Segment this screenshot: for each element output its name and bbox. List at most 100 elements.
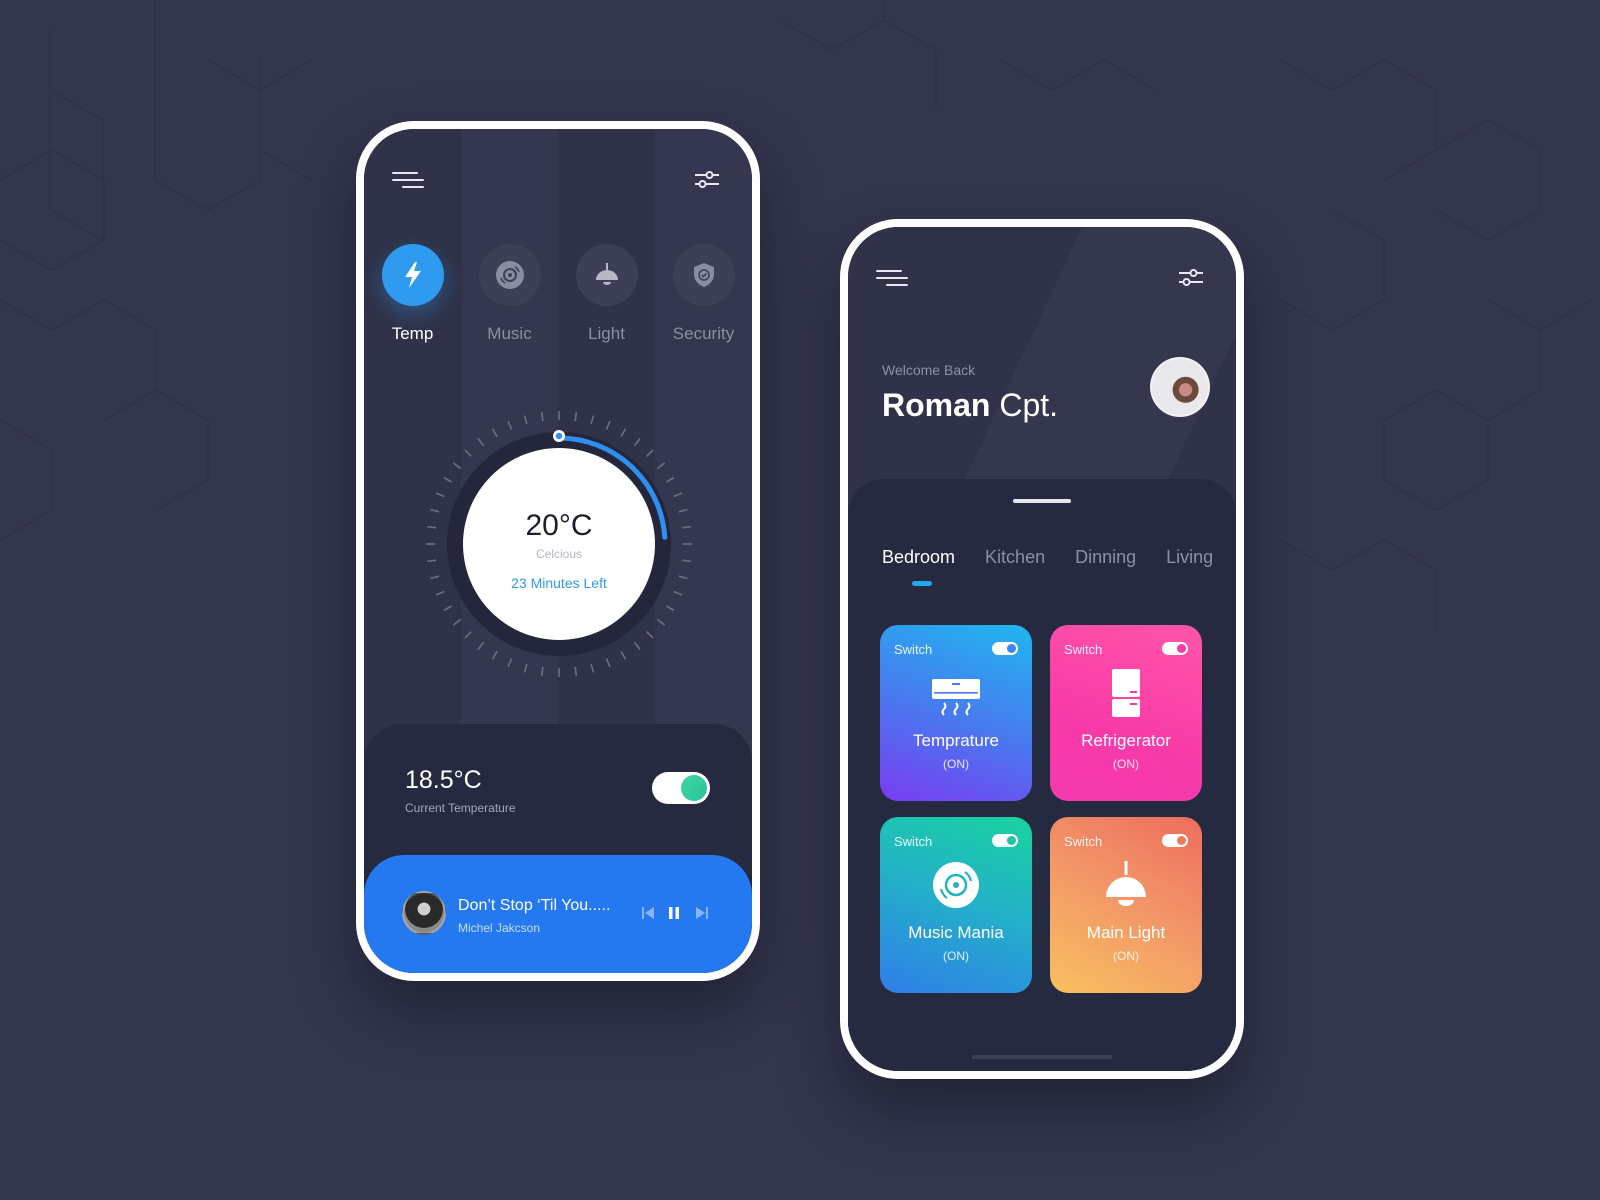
greeting: Welcome Back — [882, 362, 976, 378]
dial-tick — [590, 663, 595, 673]
dial-tick — [477, 437, 485, 447]
dial-tick — [452, 618, 462, 626]
dial-tick — [507, 658, 513, 668]
dial-tick — [646, 449, 654, 457]
device-name: Music Mania — [908, 923, 1004, 942]
category-label: Security — [672, 324, 735, 343]
device-state: (ON) — [1113, 949, 1139, 963]
music-player: Don’t Stop ‘Til You..... Michel Jakcson — [364, 855, 752, 973]
top-bar — [392, 169, 724, 193]
dial-tick — [491, 650, 498, 660]
dial-tick — [523, 415, 528, 425]
dial-tick — [574, 412, 578, 422]
dial-tick — [673, 492, 683, 498]
pendant-lamp-icon — [595, 263, 618, 285]
dial-tick — [443, 476, 453, 483]
device-state: (ON) — [1113, 757, 1139, 771]
drag-handle[interactable] — [1013, 499, 1071, 503]
category-tabs: Temp Music Light Security — [364, 244, 752, 344]
dial-graphic — [426, 411, 692, 677]
category-label: Light — [588, 324, 625, 343]
sliders-icon[interactable] — [1178, 267, 1204, 289]
category-temp[interactable]: Temp — [364, 244, 461, 344]
hamburger-menu-icon[interactable] — [392, 169, 426, 191]
tab-living[interactable]: Living — [1166, 547, 1213, 568]
thermostat-dial[interactable]: 20°C Celcious 23 Minutes Left — [414, 399, 704, 689]
dial-tick — [574, 666, 578, 676]
thermostat-screen: Temp Music Light Security 20°C Celcious … — [364, 129, 752, 973]
dial-tick — [656, 618, 666, 626]
top-bar — [876, 267, 1208, 291]
current-temperature-label: Current Temperature — [405, 801, 516, 815]
next-icon[interactable] — [694, 906, 710, 920]
category-light[interactable]: Light — [558, 244, 655, 344]
switch-label: Switch — [1064, 834, 1103, 849]
dial-tick — [507, 420, 513, 430]
vinyl-disc-icon — [933, 862, 979, 908]
category-music[interactable]: Music — [461, 244, 558, 344]
dial-tick — [673, 590, 683, 596]
room-tabs: Bedroom Kitchen Dinning Living — [882, 547, 1236, 586]
device-name: Refrigerator — [1081, 731, 1171, 750]
tab-dinning[interactable]: Dinning — [1075, 547, 1136, 568]
device-state: (ON) — [943, 949, 969, 963]
device-toggle[interactable] — [992, 834, 1018, 847]
dial-tick — [633, 437, 641, 447]
device-card-temperature[interactable]: Switch Temprature (ON) — [880, 625, 1032, 801]
dial-tick — [452, 462, 462, 470]
hamburger-menu-icon[interactable] — [876, 267, 910, 289]
category-security[interactable]: Security — [655, 244, 752, 344]
dial-tick — [620, 650, 627, 660]
tab-kitchen[interactable]: Kitchen — [985, 547, 1045, 568]
device-card-music[interactable]: Switch Music Mania (ON) — [880, 817, 1032, 993]
category-label: Music — [487, 324, 532, 343]
current-temperature-value: 18.5°C — [405, 766, 482, 794]
dial-tick — [633, 641, 641, 651]
device-toggle[interactable] — [1162, 834, 1188, 847]
switch-label: Switch — [894, 642, 933, 657]
dial-tick — [665, 476, 675, 483]
device-toggle[interactable] — [992, 642, 1018, 655]
song-title: Don’t Stop ‘Til You..... — [458, 897, 611, 914]
dial-tick — [540, 666, 544, 676]
previous-icon[interactable] — [640, 906, 656, 920]
dial-tick — [435, 590, 445, 596]
dial-tick — [540, 412, 544, 422]
shield-icon — [693, 263, 714, 287]
switch-label: Switch — [894, 834, 933, 849]
avatar[interactable] — [1150, 357, 1210, 417]
unit-label: Celcious — [535, 547, 583, 561]
pause-icon[interactable] — [666, 906, 682, 920]
device-grid: Switch Temprature (ON) Switch Refrigerat… — [880, 625, 1202, 993]
dial-tick — [464, 631, 472, 639]
temperature-toggle[interactable] — [652, 772, 710, 804]
rooms-screen: Welcome Back Roman Cpt. Bedroom Kitchen Di… — [848, 227, 1236, 1071]
dial-tick — [477, 641, 485, 651]
dial-tick — [665, 605, 675, 612]
dial-tick — [605, 658, 611, 668]
lightning-icon — [404, 262, 421, 288]
device-name: Temprature — [913, 731, 999, 750]
dial-face — [463, 448, 655, 640]
pendant-lamp-icon — [1106, 861, 1146, 906]
refrigerator-icon — [1112, 669, 1140, 717]
sliders-icon[interactable] — [694, 169, 720, 191]
dial-tick — [523, 663, 528, 673]
song-artist: Michel Jakcson — [458, 921, 541, 935]
switch-label: Switch — [1064, 642, 1103, 657]
user-first-name: Roman — [882, 387, 991, 423]
dial-tick — [435, 492, 445, 498]
dial-tick — [491, 428, 498, 438]
timer-label: 23 Minutes Left — [511, 575, 607, 591]
rooms-sheet: Bedroom Kitchen Dinning Living Switch Tempr… — [848, 479, 1236, 1071]
device-card-refrigerator[interactable]: Switch Refrigerator (ON) — [1050, 625, 1202, 801]
dial-tick — [656, 462, 666, 470]
device-card-main-light[interactable]: Switch Main Light (ON) — [1050, 817, 1202, 993]
rooms-phone: Welcome Back Roman Cpt. Bedroom Kitchen Di… — [840, 219, 1244, 1079]
tab-bedroom[interactable]: Bedroom — [882, 547, 955, 586]
thermostat-phone: Temp Music Light Security 20°C Celcious … — [356, 121, 760, 981]
dial-tick — [443, 605, 453, 612]
device-state: (ON) — [943, 757, 969, 771]
device-toggle[interactable] — [1162, 642, 1188, 655]
dial-tick — [646, 631, 654, 639]
